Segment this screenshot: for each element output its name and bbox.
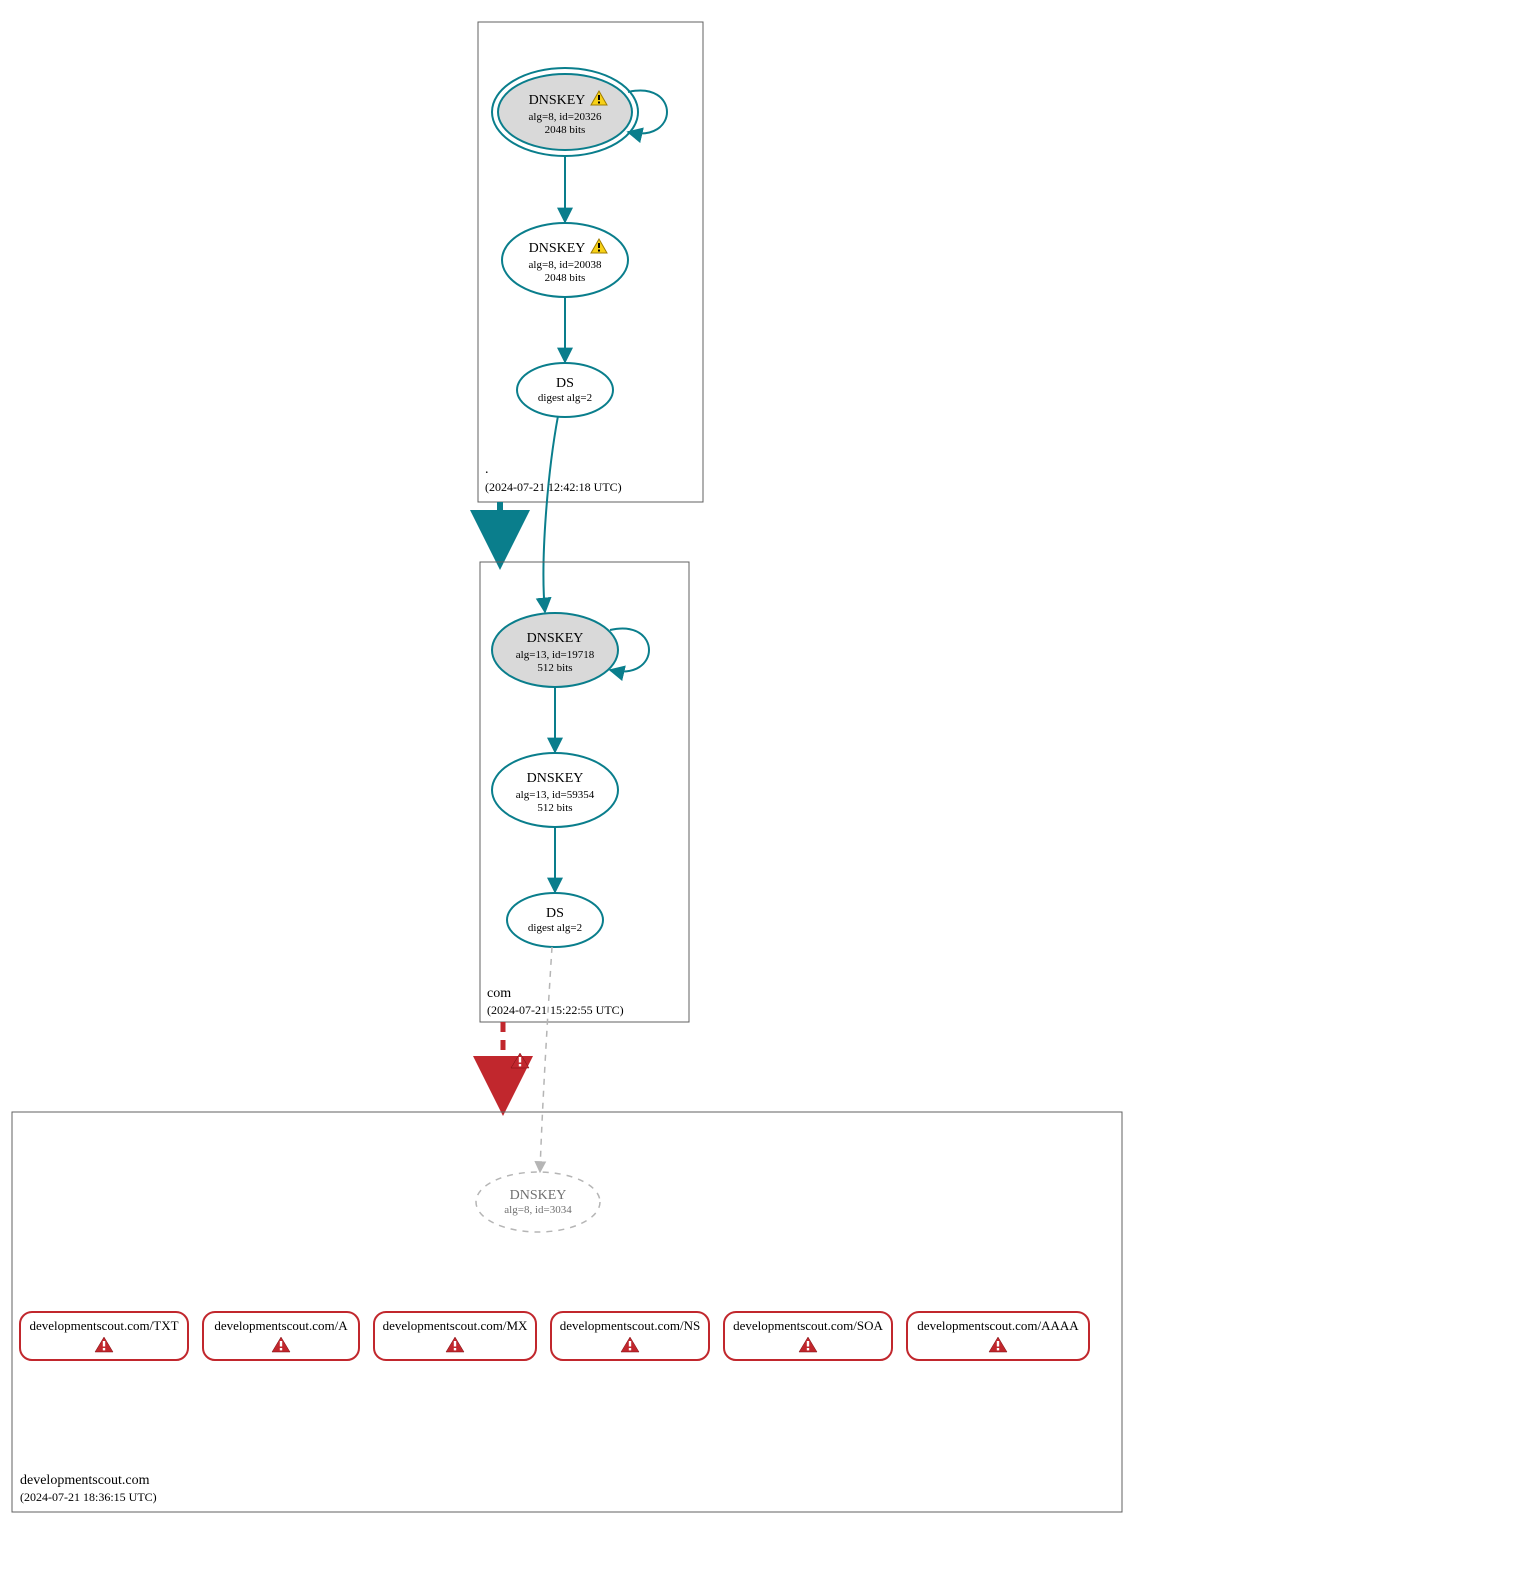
zone-com: DNSKEY alg=13, id=19718 512 bits DNSKEY …: [480, 562, 689, 1022]
dnssec-diagram: DNSKEY alg=8, id=20326 2048 bits DNSKEY …: [0, 0, 1516, 1588]
svg-text:developmentscout.com/MX: developmentscout.com/MX: [383, 1318, 528, 1333]
com-zsk-node[interactable]: DNSKEY alg=13, id=59354 512 bits: [492, 753, 618, 827]
com-zsk-line2: 512 bits: [537, 802, 572, 814]
root-ksk-title: DNSKEY: [529, 93, 586, 108]
root-zsk-node[interactable]: DNSKEY alg=8, id=20038 2048 bits: [502, 223, 628, 297]
com-ksk-title: DNSKEY: [527, 631, 584, 646]
com-ds-line1: digest alg=2: [528, 922, 582, 934]
domain-dnskey-node[interactable]: DNSKEY alg=8, id=3034: [476, 1172, 600, 1232]
edge-missing: [540, 947, 552, 1172]
com-ds-title: DS: [546, 906, 564, 921]
root-zone-time: (2024-07-21 12:42:18 UTC): [485, 480, 622, 494]
svg-text:developmentscout.com/TXT: developmentscout.com/TXT: [29, 1318, 178, 1333]
rrset-ns[interactable]: developmentscout.com/NS: [551, 1312, 709, 1360]
root-ksk-line2: 2048 bits: [545, 124, 586, 136]
svg-text:developmentscout.com/A: developmentscout.com/A: [214, 1318, 348, 1333]
svg-text:developmentscout.com/AAAA: developmentscout.com/AAAA: [917, 1318, 1079, 1333]
root-ds-title: DS: [556, 376, 574, 391]
domain-dnskey-line1: alg=8, id=3034: [504, 1204, 572, 1216]
svg-text:DNSKEY: DNSKEY: [529, 93, 586, 108]
domain-dnskey-title: DNSKEY: [510, 1188, 567, 1203]
root-zone-name: .: [485, 462, 489, 477]
com-ksk-line1: alg=13, id=19718: [516, 649, 595, 661]
com-zsk-title: DNSKEY: [527, 771, 584, 786]
rrset-txt[interactable]: developmentscout.com/TXT: [20, 1312, 188, 1360]
root-ds-node[interactable]: DS digest alg=2: [517, 363, 613, 417]
rrset-soa[interactable]: developmentscout.com/SOA: [724, 1312, 892, 1360]
root-zsk-line1: alg=8, id=20038: [529, 259, 602, 271]
svg-text:developmentscout.com/NS: developmentscout.com/NS: [560, 1318, 700, 1333]
zone-domain: DNSKEY alg=8, id=3034 developmentscout.c…: [12, 1112, 1122, 1512]
svg-text:DNSKEY: DNSKEY: [529, 241, 586, 256]
root-zsk-line2: 2048 bits: [545, 272, 586, 284]
domain-zone-name: developmentscout.com: [20, 1473, 150, 1488]
com-ds-node[interactable]: DS digest alg=2: [507, 893, 603, 947]
root-ksk-node[interactable]: DNSKEY alg=8, id=20326 2048 bits: [492, 68, 638, 156]
com-ksk-node[interactable]: DNSKEY alg=13, id=19718 512 bits: [492, 613, 618, 687]
com-zsk-line1: alg=13, id=59354: [516, 789, 595, 801]
zone-root: DNSKEY alg=8, id=20326 2048 bits DNSKEY …: [478, 22, 703, 502]
com-zone-name: com: [487, 986, 511, 1001]
domain-zone-time: (2024-07-21 18:36:15 UTC): [20, 1490, 157, 1504]
error-icon: [511, 1053, 529, 1068]
rrset-a[interactable]: developmentscout.com/A: [203, 1312, 359, 1360]
com-ksk-line2: 512 bits: [537, 662, 572, 674]
root-ds-line1: digest alg=2: [538, 392, 592, 404]
root-zsk-title: DNSKEY: [529, 241, 586, 256]
root-ksk-line1: alg=8, id=20326: [529, 111, 602, 123]
com-zone-time: (2024-07-21 15:22:55 UTC): [487, 1003, 624, 1017]
rrset-aaaa[interactable]: developmentscout.com/AAAA: [907, 1312, 1089, 1360]
svg-text:developmentscout.com/SOA: developmentscout.com/SOA: [733, 1318, 883, 1333]
edge: [543, 416, 558, 612]
rrset-mx[interactable]: developmentscout.com/MX: [374, 1312, 536, 1360]
